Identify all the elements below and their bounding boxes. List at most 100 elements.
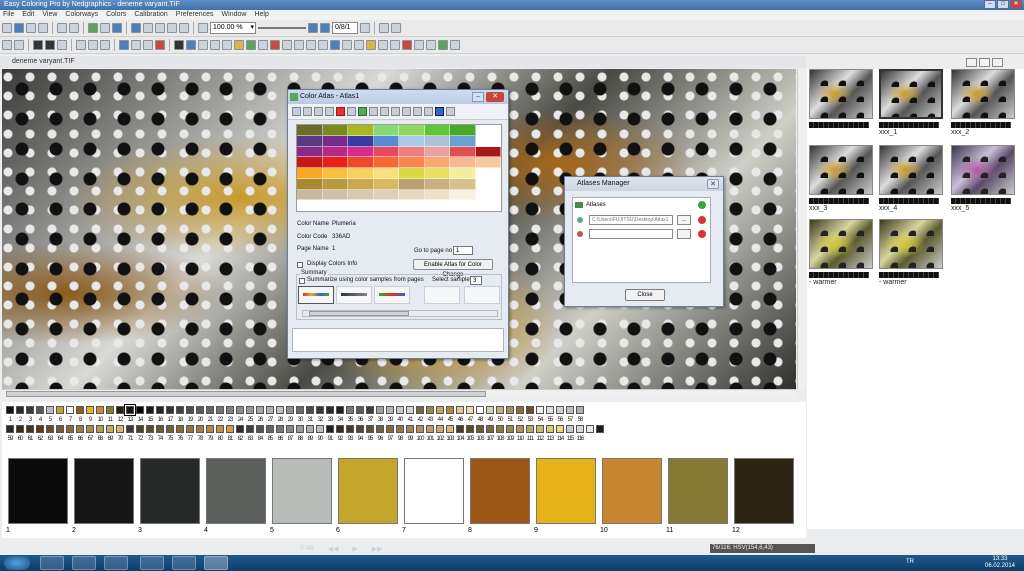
atlas-color-cell[interactable] [475,189,501,201]
palette-swatch[interactable] [376,425,384,433]
color-chip[interactable] [734,458,794,524]
paste-icon[interactable] [14,40,24,50]
palette-swatch[interactable] [456,406,464,414]
palette-swatch[interactable] [476,406,484,414]
palette-swatch[interactable] [316,425,324,433]
pipette-icon[interactable] [390,40,400,50]
menu-item[interactable]: Colors [106,10,126,20]
palette-swatch[interactable] [256,425,264,433]
atlas-color-cell[interactable] [297,135,323,147]
merge-icon[interactable] [210,40,220,50]
palette-swatch[interactable] [446,425,454,433]
atlas-icon[interactable] [119,40,129,50]
color-chip[interactable] [404,458,464,524]
palette-swatch[interactable] [6,406,14,414]
atlas-color-cell[interactable] [297,178,323,190]
palette-swatch[interactable] [56,425,64,433]
palette-swatch[interactable] [416,406,424,414]
forward-icon[interactable]: ▶▶ [372,545,383,553]
palette-swatch[interactable] [576,406,584,414]
maximize-button[interactable]: □ [997,0,1009,9]
palette-swatch[interactable] [356,406,364,414]
atlas-color-cell[interactable] [297,189,323,201]
vertical-scrollbar[interactable] [797,69,806,389]
info-icon[interactable] [330,40,340,50]
palette-swatch[interactable] [586,425,594,433]
atlas-color-cell[interactable] [348,200,374,211]
help-icon[interactable] [450,40,460,50]
play-icon[interactable]: ▶ [352,545,357,553]
palette-swatch[interactable] [156,406,164,414]
main-color-swatch[interactable]: 9 [534,458,596,538]
color-chip[interactable] [668,458,728,524]
close-button[interactable]: ✕ [1010,0,1022,9]
palette-swatch[interactable] [126,425,134,433]
sample-3[interactable] [374,286,410,304]
main-color-swatch[interactable]: 7 [402,458,464,538]
palette-swatch[interactable] [336,425,344,433]
media-icon[interactable] [104,556,128,570]
bars-icon[interactable] [435,107,444,116]
export-icon[interactable] [57,40,67,50]
palette-swatch[interactable] [316,406,324,414]
atlas-path-field-2[interactable] [589,229,673,239]
cut-icon[interactable] [402,107,411,116]
scroll-thumb[interactable] [309,311,409,316]
palette-swatch[interactable] [486,406,494,414]
palette-swatch[interactable] [46,406,54,414]
blend-icon[interactable] [131,40,141,50]
atlas-color-cell[interactable] [475,157,501,168]
palette-swatch[interactable] [176,425,184,433]
atlas-color-cell[interactable] [297,146,323,158]
palette-swatch[interactable] [436,406,444,414]
layers-icon[interactable] [282,40,292,50]
palette-swatch[interactable] [346,406,354,414]
zoom-select[interactable]: 100.00 % [210,22,256,34]
palette-swatch[interactable] [416,425,424,433]
save-icon[interactable] [14,23,24,33]
panel-restore-button[interactable] [979,58,990,67]
sample-5[interactable] [464,286,500,304]
merge-icon[interactable] [413,107,422,116]
palette-swatch[interactable] [576,425,584,433]
layout-icon[interactable] [391,107,400,116]
color-chip[interactable] [272,458,332,524]
palette-swatch[interactable] [36,425,44,433]
color-chip[interactable] [8,458,68,524]
palette-swatch[interactable] [496,406,504,414]
globe-icon[interactable] [186,40,196,50]
palette-swatch[interactable] [326,425,334,433]
palette-swatch[interactable] [186,406,194,414]
add-atlas-icon[interactable] [698,201,706,209]
view-icon[interactable] [379,23,389,33]
menu-item[interactable]: View [42,10,57,20]
menu-item[interactable]: Window [222,10,247,20]
palette-swatch[interactable] [136,406,144,414]
print-icon[interactable] [303,107,312,116]
palette-swatch[interactable] [276,425,284,433]
delete-icon[interactable] [155,40,165,50]
atlas-color-cell[interactable] [297,157,323,168]
edit-icon[interactable] [577,231,583,237]
explorer-icon[interactable] [40,556,64,570]
clock[interactable]: 13:33 06.02.2014 [980,556,1020,570]
atlas-color-cell[interactable] [450,200,476,211]
warn-icon[interactable] [270,40,280,50]
palette-swatch[interactable] [136,425,144,433]
browse-button[interactable]: ... [677,215,691,225]
atlas-color-cell[interactable] [424,189,450,201]
palette-swatch[interactable] [426,406,434,414]
atlas-close-button[interactable]: ✕ [486,92,504,102]
split-icon[interactable] [391,23,401,33]
palette-swatch[interactable] [96,406,104,414]
palette-swatch[interactable] [396,425,404,433]
palette-swatch[interactable] [306,425,314,433]
print-icon[interactable] [26,23,36,33]
palette-swatch[interactable] [326,406,334,414]
cascade-icon[interactable] [155,23,165,33]
palette-swatch[interactable] [66,406,74,414]
atlas-color-cell[interactable] [424,125,450,136]
palette-swatch[interactable] [176,406,184,414]
edit-icon[interactable] [424,107,433,116]
atlas-color-cell[interactable] [450,189,476,201]
